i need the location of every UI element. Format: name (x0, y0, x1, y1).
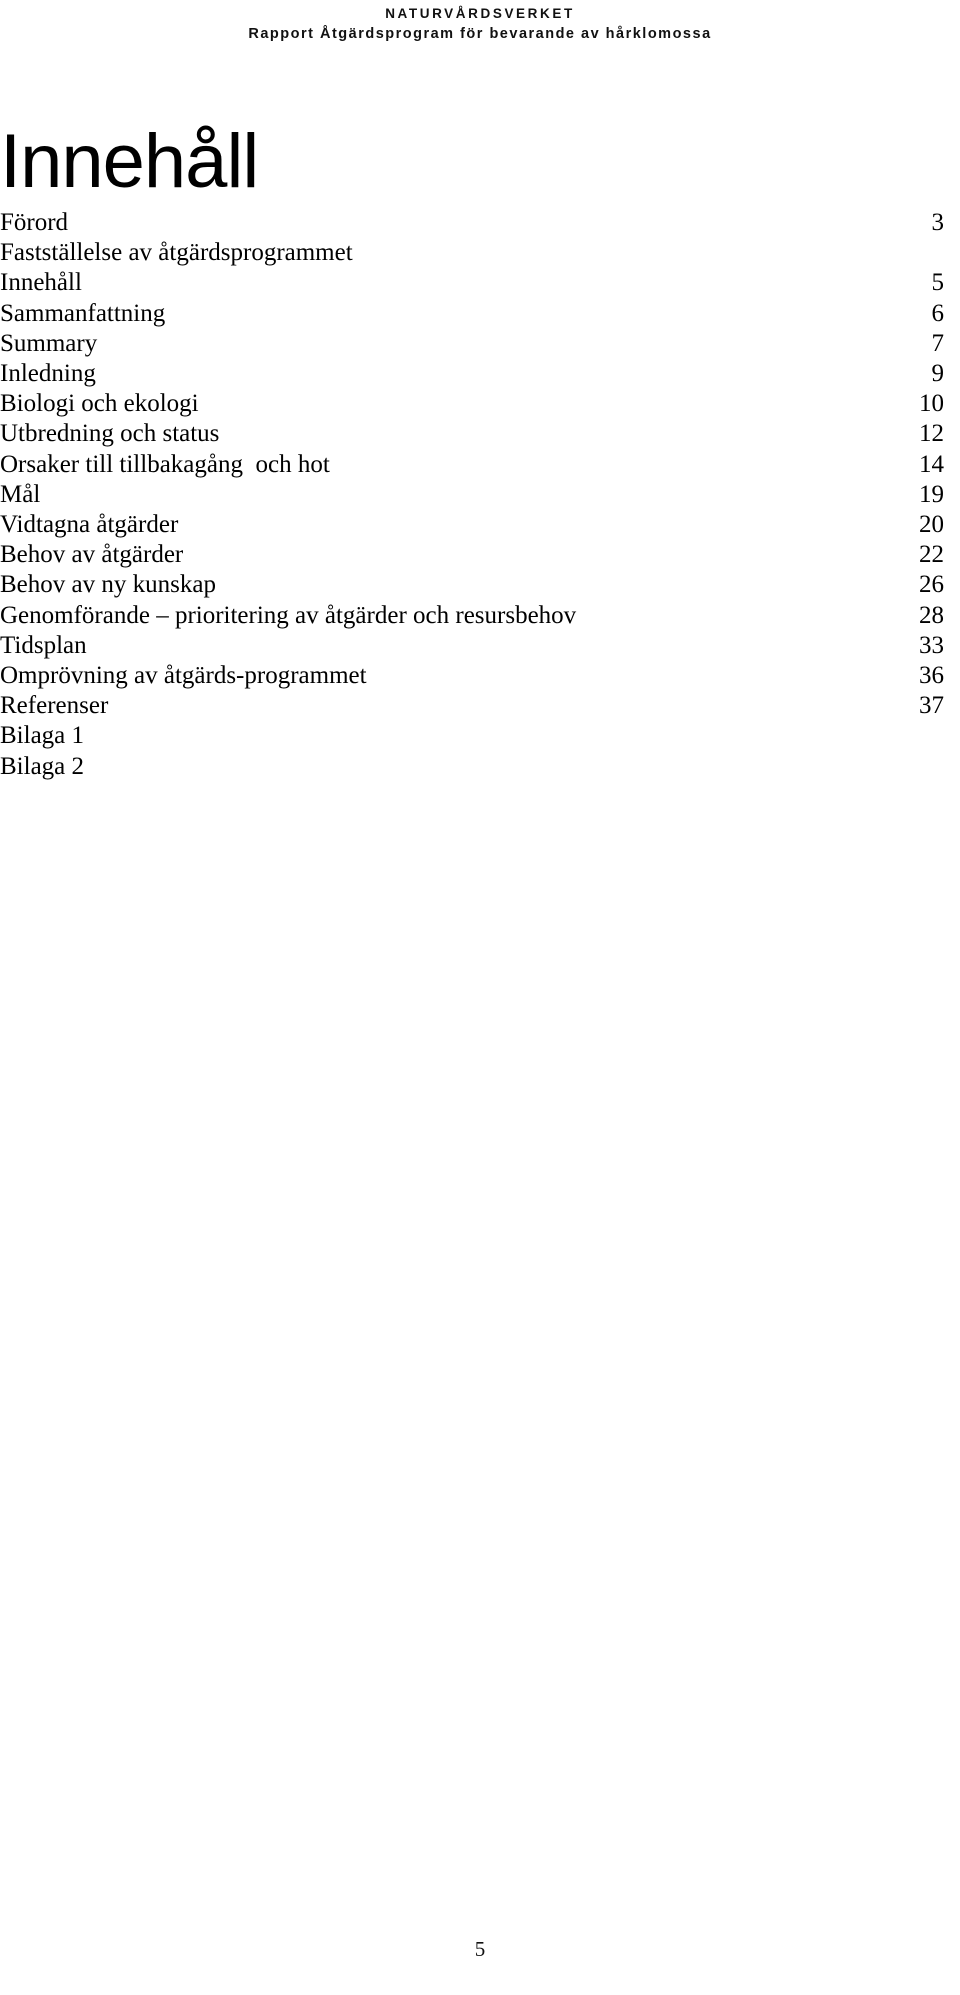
toc-entry-page-number: 6 (931, 299, 945, 327)
toc-entry-page-number: 5 (931, 269, 945, 297)
toc-entry-label: Förord (0, 209, 69, 236)
toc-entry[interactable]: Mål 19 (0, 480, 944, 510)
table-of-contents: Förord 3 Fastställelse av åtgärdsprogramme… (0, 208, 944, 782)
toc-entry-label: Mål (0, 480, 41, 508)
toc-entry-label: Inledning (0, 360, 96, 388)
page-title: Innehåll (0, 119, 259, 204)
toc-entry[interactable]: Referenser 37 (0, 691, 944, 721)
toc-entry[interactable]: Summary 7 (0, 329, 944, 359)
toc-entry-page-number: 37 (919, 692, 944, 720)
toc-entry[interactable]: Behov av ny kunskap 26 (0, 570, 944, 600)
toc-entry[interactable]: Bilaga 1 (0, 721, 944, 751)
toc-entry[interactable]: Innehåll 5 (0, 268, 944, 298)
toc-entry-page-number: 3 (931, 209, 945, 236)
toc-entry-label: Bilaga 1 (0, 722, 85, 750)
toc-entry[interactable]: Vidtagna åtgärder 20 (0, 510, 944, 540)
toc-entry-page-number: 7 (931, 329, 945, 357)
toc-entry-page-number: 9 (931, 360, 945, 388)
toc-entry-label: Utbredning och status (0, 420, 220, 448)
page-folio: 5 (474, 1937, 486, 1961)
toc-entry[interactable]: Genomförande – prioritering av åtgärder … (0, 601, 944, 631)
toc-entry-page-number: 10 (919, 390, 944, 418)
toc-entry-label: Tidsplan (0, 631, 87, 659)
toc-entry-page-number: 22 (919, 541, 944, 569)
toc-entry-label: Fastställelse av åtgärdsprogrammet (0, 239, 353, 267)
toc-entry-label: Referenser (0, 692, 109, 720)
toc-entry-label: Summary (0, 329, 98, 357)
toc-entry-label: Omprövning av åtgärds-programmet (0, 662, 367, 690)
page-content: Innehåll Förord 3 Fastställelse av åtgärds… (0, 0, 960, 1995)
toc-entry[interactable]: Behov av åtgärder 22 (0, 540, 944, 570)
toc-entry-page-number: 33 (919, 631, 944, 659)
toc-entry-label: Behov av ny kunskap (0, 571, 216, 599)
toc-entry[interactable]: Tidsplan 33 (0, 631, 944, 661)
toc-entry-page-number: 14 (919, 450, 944, 478)
toc-entry[interactable]: Utbredning och status 12 (0, 419, 944, 449)
toc-entry[interactable]: Orsaker till tillbakagång och hot 14 (0, 450, 944, 480)
toc-entry-page-number: 12 (919, 420, 944, 448)
toc-entry-label: Behov av åtgärder (0, 541, 184, 569)
toc-entry-page-number: 20 (919, 511, 944, 539)
toc-entry[interactable]: Fastställelse av åtgärdsprogrammet (0, 238, 944, 268)
toc-entry-page-number: 26 (919, 571, 944, 599)
toc-entry[interactable]: Förord 3 (0, 208, 944, 238)
toc-entry-label: Innehåll (0, 269, 82, 297)
toc-entry-label: Sammanfattning (0, 299, 166, 327)
toc-entry-page-number: 28 (919, 601, 944, 629)
toc-entry-label: Vidtagna åtgärder (0, 511, 179, 539)
toc-entry-label: Genomförande – prioritering av åtgärder … (0, 601, 577, 629)
toc-entry[interactable]: Omprövning av åtgärds-programmet 36 (0, 661, 944, 691)
toc-entry[interactable]: Sammanfattning 6 (0, 299, 944, 329)
toc-entry-label: Orsaker till tillbakagång och hot (0, 450, 330, 478)
toc-entry-label: Bilaga 2 (0, 752, 85, 780)
toc-entry-page-number: 19 (919, 480, 944, 508)
toc-entry[interactable]: Inledning 9 (0, 359, 944, 389)
toc-entry[interactable]: Bilaga 2 (0, 752, 944, 782)
toc-entry-label: Biologi och ekologi (0, 390, 199, 418)
toc-entry-page-number: 36 (919, 662, 944, 690)
toc-entry[interactable]: Biologi och ekologi 10 (0, 389, 944, 419)
